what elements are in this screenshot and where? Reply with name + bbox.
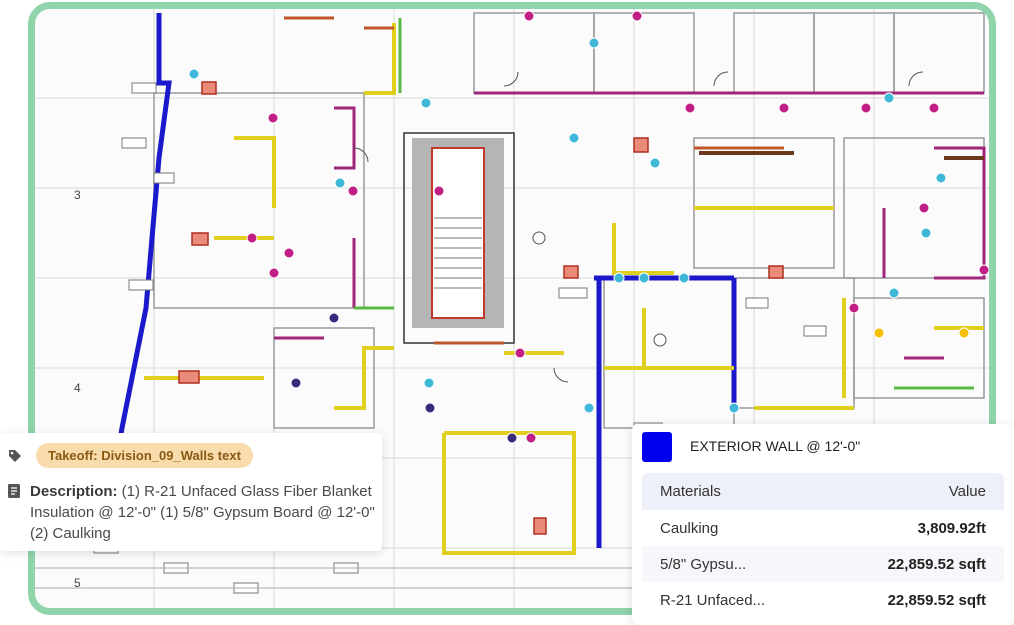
materials-table: Materials Value Caulking 3,809.92ft 5/8"… bbox=[642, 473, 1004, 618]
material-value: 22,859.52 sqft bbox=[887, 555, 986, 573]
grid-number-3: 3 bbox=[74, 188, 81, 202]
description-row: Description: (1) R-21 Unfaced Glass Fibe… bbox=[8, 481, 376, 544]
wall-type-title: EXTERIOR WALL @ 12'-0" bbox=[690, 438, 861, 454]
tag-icon bbox=[9, 449, 21, 462]
grid-number-4: 4 bbox=[74, 381, 81, 395]
grid-number-5: 5 bbox=[74, 576, 81, 590]
screenshot-frame: 3 4 5 Takeoff: Division_09_Walls text De… bbox=[0, 0, 1014, 625]
column-header-materials: Materials bbox=[660, 483, 721, 500]
table-row[interactable]: R-21 Unfaced... 22,859.52 sqft bbox=[642, 582, 1004, 618]
takeoff-tag-row: Takeoff: Division_09_Walls text bbox=[8, 443, 253, 468]
column-header-value: Value bbox=[948, 483, 986, 500]
material-value: 22,859.52 sqft bbox=[887, 591, 986, 609]
material-name: Caulking bbox=[660, 519, 719, 537]
wall-materials-card: EXTERIOR WALL @ 12'-0" Materials Value C… bbox=[632, 424, 1014, 625]
material-name: R-21 Unfaced... bbox=[660, 591, 766, 609]
table-row[interactable]: 5/8" Gypsu... 22,859.52 sqft bbox=[642, 546, 1004, 582]
table-header: Materials Value bbox=[642, 473, 1004, 510]
description-text-block: Description: (1) R-21 Unfaced Glass Fibe… bbox=[30, 481, 376, 544]
table-row[interactable]: Caulking 3,809.92ft bbox=[642, 510, 1004, 546]
wall-color-swatch bbox=[642, 432, 672, 462]
document-icon bbox=[8, 484, 20, 498]
material-name: 5/8" Gypsu... bbox=[660, 555, 747, 573]
material-value: 3,809.92ft bbox=[917, 519, 986, 537]
takeoff-card: Takeoff: Division_09_Walls text Descript… bbox=[0, 433, 382, 551]
description-label: Description: bbox=[30, 483, 118, 500]
takeoff-tag[interactable]: Takeoff: Division_09_Walls text bbox=[36, 443, 253, 468]
